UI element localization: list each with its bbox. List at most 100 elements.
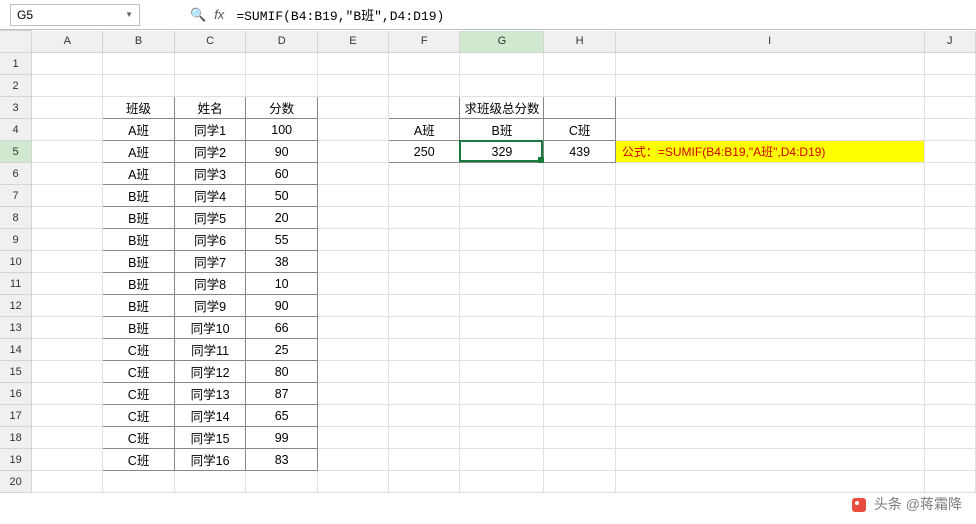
cell-D20[interactable]: [246, 471, 317, 493]
cell-E4[interactable]: [317, 119, 388, 141]
cell-H1[interactable]: [544, 53, 615, 75]
cell-E1[interactable]: [317, 53, 388, 75]
cell-B9[interactable]: B班: [103, 229, 174, 251]
cell-D3[interactable]: 分数: [246, 97, 317, 119]
cell-G5[interactable]: 329: [460, 141, 544, 163]
cell-G6[interactable]: [460, 163, 544, 185]
cell-J5[interactable]: [924, 141, 975, 163]
cell-B18[interactable]: C班: [103, 427, 174, 449]
cell-C3[interactable]: 姓名: [174, 97, 246, 119]
cell-D17[interactable]: 65: [246, 405, 317, 427]
cell-D5[interactable]: 90: [246, 141, 317, 163]
cell-E9[interactable]: [317, 229, 388, 251]
row-header-17[interactable]: 17: [0, 405, 32, 427]
cell-C16[interactable]: 同学13: [174, 383, 246, 405]
cell-H4[interactable]: C班: [544, 119, 615, 141]
col-header-D[interactable]: D: [246, 31, 317, 53]
cell-C9[interactable]: 同学6: [174, 229, 246, 251]
cell-C7[interactable]: 同学4: [174, 185, 246, 207]
row-header-4[interactable]: 4: [0, 119, 32, 141]
col-header-I[interactable]: I: [615, 31, 924, 53]
row-header-15[interactable]: 15: [0, 361, 32, 383]
cell-J14[interactable]: [924, 339, 975, 361]
cell-G18[interactable]: [460, 427, 544, 449]
cell-J15[interactable]: [924, 361, 975, 383]
cell-C18[interactable]: 同学15: [174, 427, 246, 449]
cell-F16[interactable]: [389, 383, 460, 405]
col-header-B[interactable]: B: [103, 31, 174, 53]
cell-I16[interactable]: [615, 383, 924, 405]
cell-A7[interactable]: [32, 185, 103, 207]
row-header-1[interactable]: 1: [0, 53, 32, 75]
cell-I12[interactable]: [615, 295, 924, 317]
cell-A15[interactable]: [32, 361, 103, 383]
cell-F9[interactable]: [389, 229, 460, 251]
cell-A3[interactable]: [32, 97, 103, 119]
cell-A2[interactable]: [32, 75, 103, 97]
cell-A11[interactable]: [32, 273, 103, 295]
cell-F20[interactable]: [389, 471, 460, 493]
spreadsheet-grid[interactable]: ABCDEFGHIJ123班级姓名分数求班级总分数4A班同学1100A班B班C班…: [0, 30, 976, 493]
cell-B19[interactable]: C班: [103, 449, 174, 471]
search-icon[interactable]: 🔍: [190, 7, 206, 23]
row-header-16[interactable]: 16: [0, 383, 32, 405]
cell-J17[interactable]: [924, 405, 975, 427]
cell-E11[interactable]: [317, 273, 388, 295]
cell-D19[interactable]: 83: [246, 449, 317, 471]
cell-F4[interactable]: A班: [389, 119, 460, 141]
cell-E10[interactable]: [317, 251, 388, 273]
cell-I20[interactable]: [615, 471, 924, 493]
cell-A5[interactable]: [32, 141, 103, 163]
cell-A17[interactable]: [32, 405, 103, 427]
cell-J12[interactable]: [924, 295, 975, 317]
row-header-3[interactable]: 3: [0, 97, 32, 119]
cell-I19[interactable]: [615, 449, 924, 471]
cell-D6[interactable]: 60: [246, 163, 317, 185]
cell-D11[interactable]: 10: [246, 273, 317, 295]
cell-F14[interactable]: [389, 339, 460, 361]
cell-H5[interactable]: 439: [544, 141, 615, 163]
cell-C1[interactable]: [174, 53, 246, 75]
cell-J18[interactable]: [924, 427, 975, 449]
cell-B11[interactable]: B班: [103, 273, 174, 295]
cell-J7[interactable]: [924, 185, 975, 207]
col-header-E[interactable]: E: [317, 31, 388, 53]
cell-I15[interactable]: [615, 361, 924, 383]
cell-A1[interactable]: [32, 53, 103, 75]
cell-I18[interactable]: [615, 427, 924, 449]
cell-C2[interactable]: [174, 75, 246, 97]
cell-F18[interactable]: [389, 427, 460, 449]
cell-A8[interactable]: [32, 207, 103, 229]
row-header-12[interactable]: 12: [0, 295, 32, 317]
cell-G4[interactable]: B班: [460, 119, 544, 141]
cell-B3[interactable]: 班级: [103, 97, 174, 119]
cell-B7[interactable]: B班: [103, 185, 174, 207]
cell-G20[interactable]: [460, 471, 544, 493]
cell-I10[interactable]: [615, 251, 924, 273]
cell-E2[interactable]: [317, 75, 388, 97]
cell-H2[interactable]: [544, 75, 615, 97]
cell-J13[interactable]: [924, 317, 975, 339]
cell-G9[interactable]: [460, 229, 544, 251]
cell-F15[interactable]: [389, 361, 460, 383]
row-header-19[interactable]: 19: [0, 449, 32, 471]
cell-F1[interactable]: [389, 53, 460, 75]
cell-G3[interactable]: 求班级总分数: [460, 97, 544, 119]
cell-A14[interactable]: [32, 339, 103, 361]
col-header-G[interactable]: G: [460, 31, 544, 53]
row-header-8[interactable]: 8: [0, 207, 32, 229]
cell-D12[interactable]: 90: [246, 295, 317, 317]
cell-B2[interactable]: [103, 75, 174, 97]
cell-D8[interactable]: 20: [246, 207, 317, 229]
row-header-2[interactable]: 2: [0, 75, 32, 97]
cell-H19[interactable]: [544, 449, 615, 471]
select-all-corner[interactable]: [0, 31, 32, 53]
col-header-C[interactable]: C: [174, 31, 246, 53]
cell-E7[interactable]: [317, 185, 388, 207]
cell-E3[interactable]: [317, 97, 388, 119]
cell-H11[interactable]: [544, 273, 615, 295]
cell-F12[interactable]: [389, 295, 460, 317]
cell-F10[interactable]: [389, 251, 460, 273]
cell-G12[interactable]: [460, 295, 544, 317]
cell-H9[interactable]: [544, 229, 615, 251]
